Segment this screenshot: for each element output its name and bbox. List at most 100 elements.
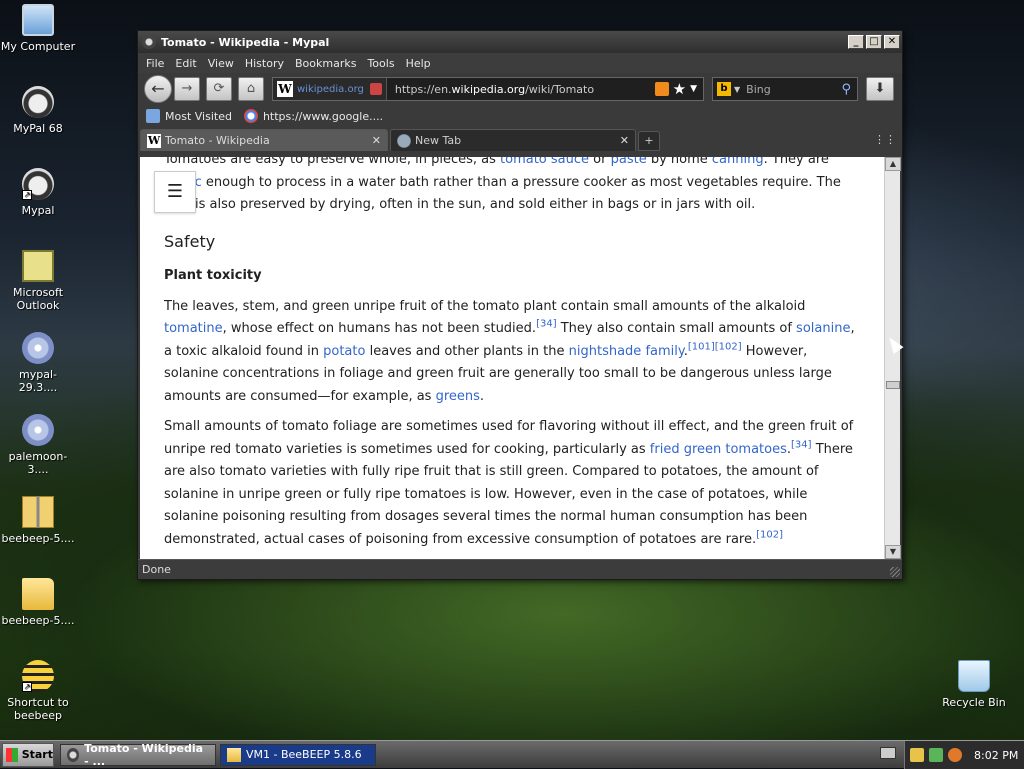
security-warning-icon (369, 83, 382, 95)
download-button[interactable]: ⬇ (866, 77, 894, 101)
resize-grip-icon[interactable] (890, 567, 900, 577)
taskbar-item-browser[interactable]: Tomato - Wikipedia - ... (60, 742, 216, 768)
desktop-icon-recycle-bin[interactable]: Recycle Bin (936, 660, 1012, 709)
desktop-icon-beebeep-shortcut[interactable]: ↗ Shortcut to beebeep (0, 660, 76, 722)
desktop-icon-palemoon-installer[interactable]: palemoon-3.... (0, 414, 76, 476)
tab-label: New Tab (415, 134, 462, 147)
desktop-icon-label: palemoon-3.... (8, 450, 68, 476)
url-bar[interactable]: W wikipedia.org https://en.wikipedia.org… (272, 77, 704, 101)
status-bar: Done (138, 559, 902, 579)
navigation-toolbar: ← → ⟳ ⌂ W wikipedia.org https://en.wikip… (138, 73, 902, 105)
text: leaves and other plants in the (365, 343, 569, 359)
link-potato[interactable]: potato (323, 344, 365, 359)
bookmark-most-visited[interactable]: Most Visited (146, 109, 232, 123)
close-tab-icon[interactable]: ✕ (620, 134, 629, 147)
text: by home (646, 157, 712, 167)
home-button[interactable]: ⌂ (238, 77, 264, 101)
link-paste[interactable]: paste (611, 157, 647, 167)
link-nightshade-family[interactable]: nightshade family (569, 344, 684, 359)
keyboard-icon[interactable] (880, 747, 896, 759)
menu-tools[interactable]: Tools (367, 57, 394, 70)
link-tomato-sauce[interactable]: tomato sauce (500, 157, 589, 167)
page-content[interactable]: ☰ Tomatoes are easy to preserve whole, i… (140, 157, 884, 559)
folder-icon (22, 578, 54, 610)
mypal-icon (22, 86, 54, 118)
desktop-icon-my-computer[interactable]: My Computer (0, 4, 76, 53)
citation-link[interactable]: [102] (756, 529, 783, 540)
site-domain: wikipedia.org (297, 83, 364, 95)
paragraph: Small amounts of tomato foliage are some… (164, 416, 864, 551)
bing-logo-icon[interactable]: b (717, 82, 731, 96)
close-button[interactable]: ✕ (884, 35, 900, 49)
clock[interactable]: 8:02 PM (974, 749, 1018, 762)
menu-bookmarks[interactable]: Bookmarks (295, 57, 356, 70)
desktop-icon-label: Recycle Bin (942, 696, 1006, 709)
url-text[interactable]: https://en.wikipedia.org/wiki/Tomato (387, 83, 655, 96)
search-input[interactable]: Bing (740, 83, 841, 96)
back-button[interactable]: ← (144, 75, 172, 103)
desktop-icon-mypal-installer[interactable]: mypal-29.3.... (0, 332, 76, 394)
windows-logo-icon (6, 747, 18, 762)
list-all-tabs-icon[interactable]: ⋮⋮ (874, 133, 896, 146)
citation-link[interactable]: [101][102] (688, 341, 742, 352)
maximize-button[interactable]: □ (866, 35, 882, 49)
text: Tomatoes are easy to preserve whole, in … (164, 157, 501, 167)
table-of-contents-icon[interactable]: ☰ (154, 171, 196, 213)
text: , whose effect on humans has not been st… (222, 321, 537, 336)
desktop-icon-outlook[interactable]: Microsoft Outlook (0, 250, 76, 312)
paragraph: Tomatoes are easy to preserve whole, in … (164, 157, 864, 217)
link-tomatine[interactable]: tomatine (164, 321, 223, 336)
link-solanine[interactable]: solanine (796, 321, 850, 336)
browser-window: Tomato - Wikipedia - Mypal _ □ ✕ File Ed… (137, 30, 903, 580)
title-bar[interactable]: Tomato - Wikipedia - Mypal _ □ ✕ (138, 31, 902, 53)
reload-button[interactable]: ⟳ (206, 77, 232, 101)
desktop-icon-beebeep-zip[interactable]: beebeep-5.... (0, 496, 76, 545)
close-tab-icon[interactable]: ✕ (372, 134, 381, 147)
desktop-icon-label: beebeep-5.... (1, 532, 75, 545)
recycle-bin-icon (958, 660, 990, 692)
computer-icon (22, 4, 54, 36)
new-tab-button[interactable]: + (638, 131, 660, 151)
scroll-thumb[interactable] (886, 381, 900, 389)
link-greens[interactable]: greens (436, 389, 480, 404)
subsection-heading: Plant toxicity (164, 268, 262, 283)
bookmark-label: https://www.google.... (262, 109, 384, 123)
desktop-icon-mypal-68[interactable]: MyPal 68 (0, 86, 76, 135)
status-text: Done (142, 563, 171, 576)
menu-edit[interactable]: Edit (175, 57, 196, 70)
link-fried-green-tomatoes[interactable]: fried green tomatoes (650, 442, 787, 457)
tray-folder-icon[interactable] (910, 748, 924, 762)
text: or (589, 157, 611, 167)
tab-tomato-wikipedia[interactable]: W Tomato - Wikipedia ✕ (140, 129, 388, 151)
scroll-down-button[interactable]: ▼ (885, 545, 901, 559)
citation-link[interactable]: [34] (536, 319, 557, 330)
tab-new-tab[interactable]: New Tab ✕ (390, 129, 636, 151)
vertical-scrollbar[interactable]: ▲ ▼ (884, 157, 901, 559)
start-button[interactable]: Start (2, 742, 54, 767)
site-identity-button[interactable]: W wikipedia.org (273, 78, 387, 100)
url-dropdown-icon[interactable]: ▼ (690, 84, 697, 94)
taskbar-item-beebeep[interactable]: VM1 - BeeBEEP 5.8.6 (220, 743, 376, 766)
tray-search-icon[interactable] (948, 748, 962, 762)
desktop-icon-beebeep-folder[interactable]: beebeep-5.... (0, 578, 76, 627)
search-bar[interactable]: b ▼ Bing ⚲ (712, 77, 858, 101)
link-canning[interactable]: canning (712, 157, 764, 167)
folder-icon (227, 747, 241, 762)
desktop-icon-label: MyPal 68 (13, 122, 63, 135)
bookmark-star-icon[interactable]: ★ (673, 80, 686, 98)
menu-help[interactable]: Help (406, 57, 431, 70)
desktop-icon-mypal[interactable]: ↗ Mypal (0, 168, 76, 217)
menu-file[interactable]: File (146, 57, 164, 70)
bookmark-google[interactable]: https://www.google.... (243, 109, 384, 123)
scroll-up-button[interactable]: ▲ (885, 157, 901, 171)
menu-bar: File Edit View History Bookmarks Tools H… (138, 53, 902, 73)
forward-button[interactable]: → (174, 77, 200, 101)
citation-link[interactable]: [34] (791, 439, 812, 450)
rss-icon[interactable] (654, 82, 669, 96)
tray-network-icon[interactable] (929, 748, 943, 762)
menu-view[interactable]: View (208, 57, 234, 70)
search-icon[interactable]: ⚲ (841, 82, 851, 97)
start-label: Start (21, 748, 53, 761)
menu-history[interactable]: History (245, 57, 284, 70)
minimize-button[interactable]: _ (848, 35, 864, 49)
